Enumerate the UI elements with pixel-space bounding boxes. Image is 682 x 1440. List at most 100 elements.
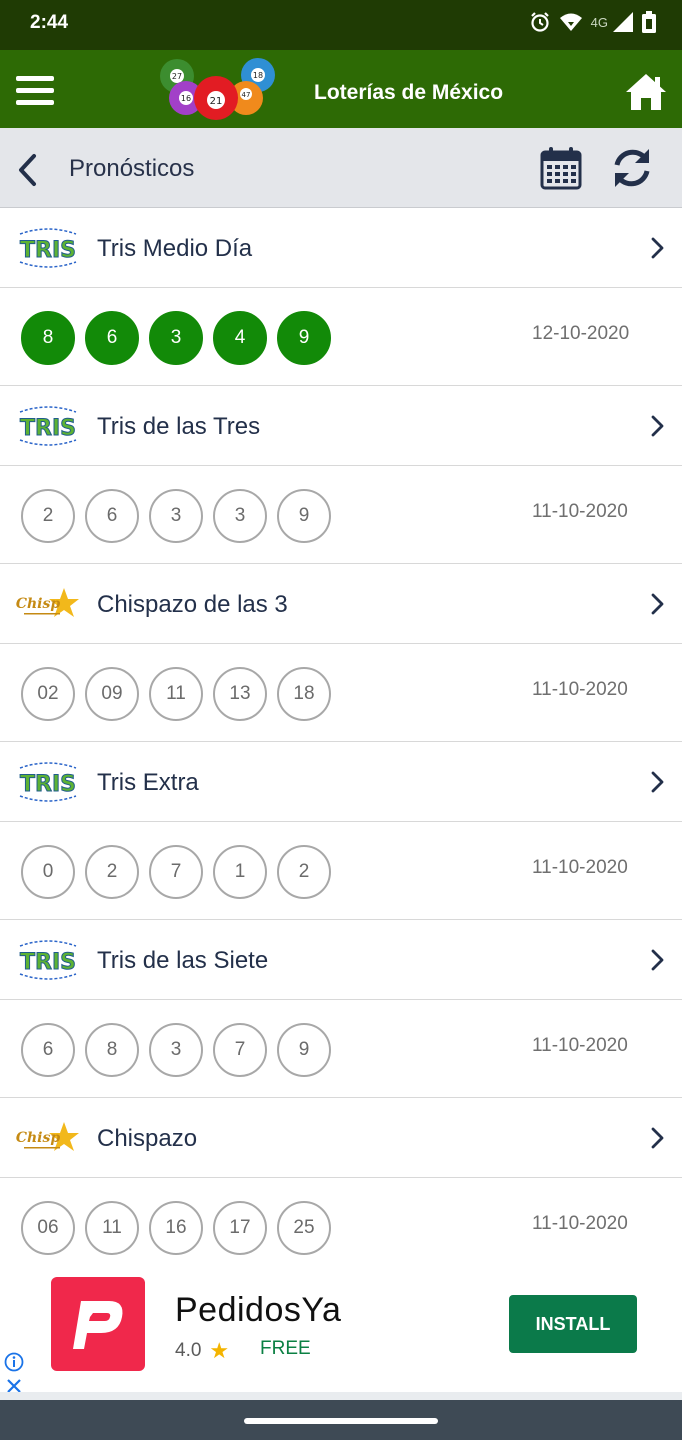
navigation-bar <box>0 1400 682 1440</box>
chevron-right-icon[interactable] <box>648 770 666 794</box>
nav-gap <box>0 1392 682 1400</box>
ad-price: FREE <box>260 1338 311 1359</box>
svg-text:Chisp: Chisp <box>16 1130 60 1146</box>
number-ball: 0 <box>21 845 75 899</box>
svg-text:21: 21 <box>210 96 223 107</box>
number-ball: 6 <box>85 489 139 543</box>
number-ball: 2 <box>277 845 331 899</box>
game-name: Tris de las Tres <box>97 413 261 440</box>
number-ball: 7 <box>213 1023 267 1077</box>
number-balls: 02712 <box>21 845 331 899</box>
tris-logo-icon: TRIS <box>16 226 80 270</box>
status-icons: 4G <box>529 10 656 34</box>
number-ball: 3 <box>149 311 203 365</box>
number-balls: 26339 <box>21 489 331 543</box>
svg-text:18: 18 <box>253 71 263 80</box>
game-row[interactable]: TRIS Tris Extra <box>0 742 682 822</box>
number-ball: 6 <box>85 311 139 365</box>
draw-date: 11-10-2020 <box>532 679 628 700</box>
game-name: Chispazo <box>97 1125 198 1152</box>
number-ball: 3 <box>213 489 267 543</box>
svg-text:TRIS: TRIS <box>20 772 76 797</box>
number-ball: 02 <box>21 667 75 721</box>
tris-logo-icon: TRIS <box>16 760 80 804</box>
svg-text:27: 27 <box>172 72 182 81</box>
install-button[interactable]: INSTALL <box>509 1295 637 1353</box>
number-ball: 4 <box>213 311 267 365</box>
home-icon[interactable] <box>624 72 668 112</box>
chevron-right-icon[interactable] <box>648 592 666 616</box>
number-ball: 2 <box>85 845 139 899</box>
number-ball: 9 <box>277 1023 331 1077</box>
game-name: Tris Medio Día <box>97 235 253 262</box>
number-ball: 06 <box>21 1201 75 1255</box>
chevron-right-icon[interactable] <box>648 236 666 260</box>
game-row[interactable]: TRIS Tris de las Siete <box>0 920 682 1000</box>
number-ball: 2 <box>21 489 75 543</box>
svg-text:16: 16 <box>181 94 191 103</box>
numbers-row: 8 6 3 4 9 12-10-2020 <box>0 288 682 386</box>
pedidosya-logo-icon[interactable] <box>51 1277 145 1371</box>
ad-info-icon[interactable] <box>4 1352 24 1372</box>
app-title: Loterías de México <box>314 81 504 104</box>
numbers-row: 6 8 3 7 9 11-10-2020 <box>0 1000 682 1098</box>
number-ball: 8 <box>85 1023 139 1077</box>
signal-icon <box>613 12 633 32</box>
chevron-right-icon[interactable] <box>648 1126 666 1150</box>
number-balls: 06 11 16 17 25 <box>21 1201 331 1255</box>
game-row[interactable]: TRIS Tris de las Tres <box>0 386 682 466</box>
chevron-right-icon[interactable] <box>648 948 666 972</box>
number-balls: 02 09 11 13 18 <box>21 667 331 721</box>
number-ball: 09 <box>85 667 139 721</box>
number-ball: 6 <box>21 1023 75 1077</box>
number-ball: 8 <box>21 311 75 365</box>
game-row[interactable]: Chisp Chispazo <box>0 1098 682 1178</box>
number-ball: 18 <box>277 667 331 721</box>
numbers-row: 2 6 3 3 9 11-10-2020 <box>0 466 682 564</box>
status-bar: 2:44 4G <box>0 0 682 50</box>
sub-header: Pronósticos <box>0 128 682 208</box>
game-row[interactable]: Chisp Chispazo de las 3 <box>0 564 682 644</box>
number-ball: 7 <box>149 845 203 899</box>
number-ball: 9 <box>277 311 331 365</box>
ad-app-name[interactable]: PedidosYa <box>175 1291 341 1330</box>
back-icon[interactable] <box>14 152 44 188</box>
svg-text:Chisp: Chisp <box>16 596 60 612</box>
svg-text:47: 47 <box>242 91 251 99</box>
number-ball: 1 <box>213 845 267 899</box>
menu-icon <box>16 76 54 81</box>
draw-date: 11-10-2020 <box>532 857 628 878</box>
game-name: Tris Extra <box>97 769 199 796</box>
ad-rating: 4.0 ★ <box>175 1338 229 1364</box>
draw-date: 11-10-2020 <box>532 501 628 522</box>
game-name: Tris de las Siete <box>97 947 269 974</box>
chevron-right-icon[interactable] <box>648 414 666 438</box>
ad-banner: PedidosYa 4.0 ★ FREE INSTALL <box>0 1258 682 1393</box>
tris-logo-icon: TRIS <box>16 938 80 982</box>
tris-logo-icon: TRIS <box>16 404 80 448</box>
page-title: Pronósticos <box>69 155 195 182</box>
app-logo-balls-icon: 27 18 16 47 21 <box>160 58 275 120</box>
number-balls: 86349 <box>21 311 331 365</box>
menu-button[interactable] <box>16 76 54 106</box>
number-ball: 13 <box>213 667 267 721</box>
home-indicator[interactable] <box>244 1418 438 1424</box>
game-row[interactable]: TRIS Tris Medio Día <box>0 208 682 288</box>
battery-icon <box>642 11 656 33</box>
numbers-row: 0 2 7 1 2 11-10-2020 <box>0 822 682 920</box>
draw-date: 11-10-2020 <box>532 1035 628 1056</box>
ad-rating-value: 4.0 <box>175 1340 202 1361</box>
network-type-label: 4G <box>590 14 608 30</box>
game-name: Chispazo de las 3 <box>97 591 288 618</box>
draw-date: 12-10-2020 <box>532 323 630 344</box>
number-ball: 11 <box>149 667 203 721</box>
refresh-icon[interactable] <box>610 146 654 190</box>
svg-text:TRIS: TRIS <box>20 238 76 263</box>
chispazo-logo-icon: Chisp <box>16 582 80 626</box>
svg-text:TRIS: TRIS <box>20 416 76 441</box>
alarm-icon <box>530 12 549 32</box>
calendar-icon[interactable] <box>540 146 582 190</box>
chispazo-logo-icon: Chisp <box>16 1116 80 1160</box>
wifi-icon <box>559 13 582 31</box>
number-balls: 68379 <box>21 1023 331 1077</box>
